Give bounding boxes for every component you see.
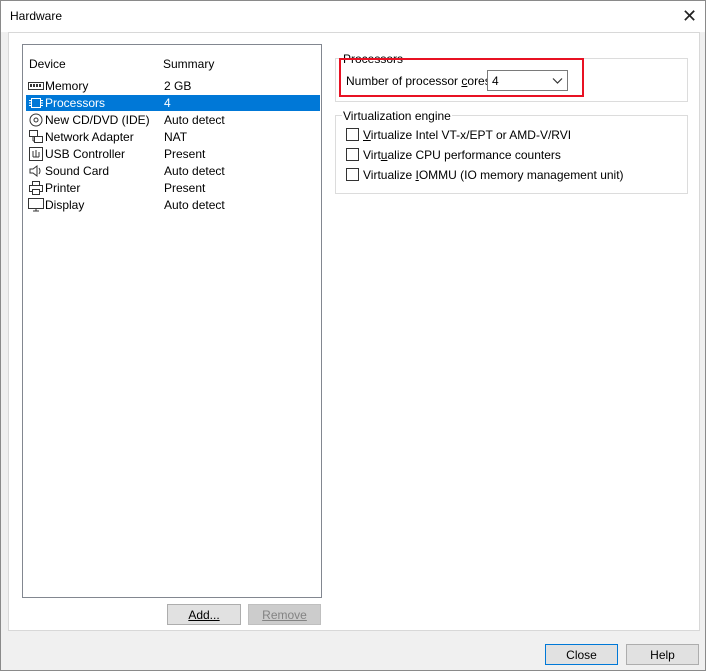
processor-icon	[29, 98, 43, 108]
column-header-summary[interactable]: Summary	[163, 57, 214, 71]
checkbox-box[interactable]	[346, 128, 359, 141]
virtualization-group-title: Virtualization engine	[342, 109, 452, 123]
device-row-cd-dvd[interactable]: New CD/DVD (IDE) Auto detect	[26, 112, 320, 128]
checkbox-label: Virtualize IOMMU (IO memory management u…	[363, 168, 624, 182]
close-button[interactable]: Close	[545, 644, 618, 665]
remove-button[interactable]: Remove	[248, 604, 321, 625]
device-summary: Auto detect	[164, 113, 225, 127]
memory-icon	[28, 82, 44, 90]
window-title: Hardware	[10, 9, 63, 23]
title-bar: Hardware ✕	[1, 1, 705, 32]
device-name: USB Controller	[45, 147, 126, 161]
close-button-label: Close	[566, 647, 597, 662]
chevron-down-icon	[552, 78, 563, 84]
device-summary: Auto detect	[164, 198, 225, 212]
checkbox-label: Virtualize CPU performance counters	[363, 148, 561, 162]
processor-cores-label: Number of processor cores:	[346, 74, 495, 88]
device-row-processors[interactable]: Processors 4	[26, 95, 320, 111]
device-name: Memory	[45, 79, 89, 93]
device-summary: 4	[164, 96, 171, 110]
device-list: Device Summary Memory 2 GB Processors 4 …	[22, 44, 322, 598]
device-summary: Present	[164, 147, 206, 161]
device-row-printer[interactable]: Printer Present	[26, 180, 320, 196]
add-button[interactable]: Add...	[167, 604, 241, 625]
help-button[interactable]: Help	[626, 644, 699, 665]
cd-dvd-icon	[29, 113, 43, 127]
checkbox-box[interactable]	[346, 148, 359, 161]
device-summary: Present	[164, 181, 206, 195]
virtualization-group: Virtualization engine Virtualize Intel V…	[335, 109, 688, 194]
checkbox-box[interactable]	[346, 168, 359, 181]
device-summary: 2 GB	[164, 79, 192, 93]
device-summary: NAT	[164, 130, 188, 144]
add-button-label: Add...	[188, 607, 220, 622]
device-row-network-adapter[interactable]: Network Adapter NAT	[26, 129, 320, 145]
device-name: Sound Card	[45, 164, 110, 178]
device-name: Display	[45, 198, 85, 212]
device-row-memory[interactable]: Memory 2 GB	[26, 78, 320, 94]
column-header-device[interactable]: Device	[29, 57, 66, 71]
display-icon	[28, 198, 44, 212]
device-summary: Auto detect	[164, 164, 225, 178]
remove-button-label: Remove	[262, 607, 307, 622]
usb-controller-icon	[29, 147, 43, 161]
hardware-dialog: Hardware ✕ Device Summary Memory 2 GB Pr…	[0, 0, 706, 671]
device-name: Processors	[45, 96, 106, 110]
close-window-icon[interactable]: ✕	[674, 1, 705, 32]
device-name: New CD/DVD (IDE)	[45, 113, 150, 127]
device-row-usb-controller[interactable]: USB Controller Present	[26, 146, 320, 162]
printer-icon	[29, 181, 43, 195]
dialog-content: Device Summary Memory 2 GB Processors 4 …	[8, 32, 700, 631]
help-button-label: Help	[650, 647, 675, 662]
processor-cores-select[interactable]: 4	[487, 70, 568, 91]
processor-cores-value: 4	[492, 74, 499, 88]
device-name: Printer	[45, 181, 81, 195]
device-row-display[interactable]: Display Auto detect	[26, 197, 320, 213]
device-name: Network Adapter	[45, 130, 134, 144]
checkbox-label: Virtualize Intel VT-x/EPT or AMD-V/RVI	[363, 128, 572, 142]
network-adapter-icon	[29, 130, 43, 143]
device-row-sound-card[interactable]: Sound Card Auto detect	[26, 163, 320, 179]
sound-card-icon	[29, 165, 41, 177]
